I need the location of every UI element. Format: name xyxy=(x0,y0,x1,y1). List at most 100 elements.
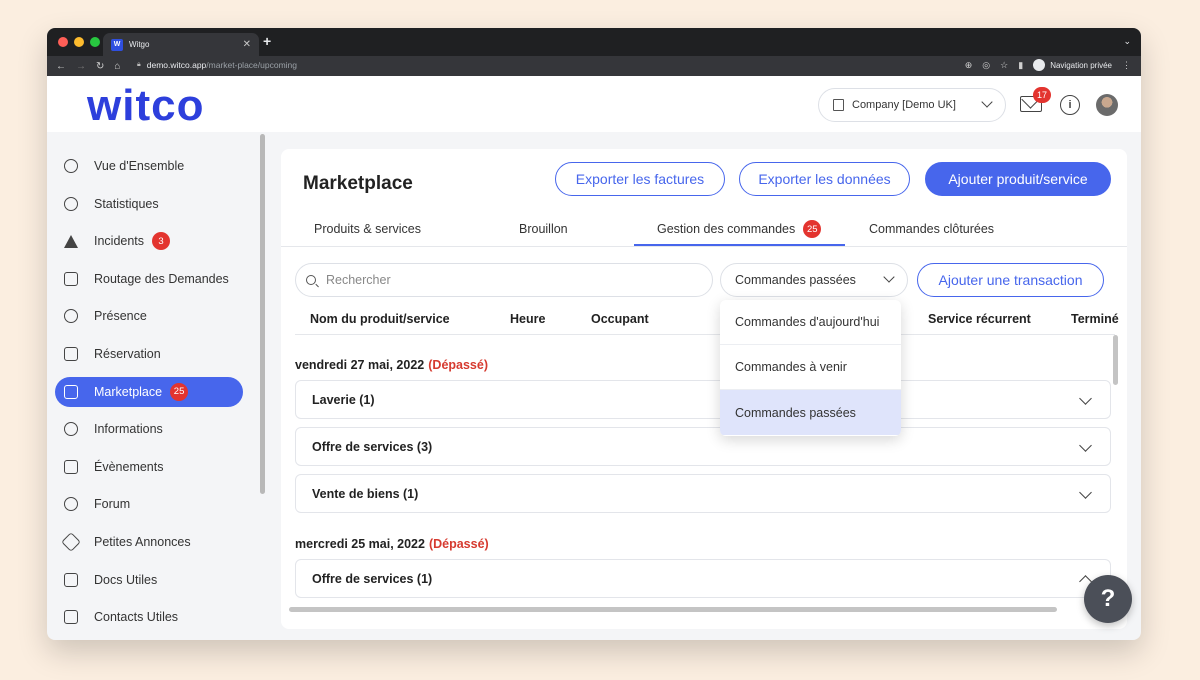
chevron-down-icon[interactable] xyxy=(1079,439,1092,452)
sidebar-scrollbar[interactable] xyxy=(260,134,265,494)
private-mode-indicator[interactable]: Navigation privée xyxy=(1033,59,1112,71)
late-status: (Dépassé) xyxy=(428,358,488,372)
tab-label: Gestion des commandes xyxy=(657,222,796,236)
add-transaction-button[interactable]: Ajouter une transaction xyxy=(917,263,1104,297)
column-header-time[interactable]: Heure xyxy=(510,312,545,326)
browser-menu-icon[interactable]: ⋮ xyxy=(1122,60,1131,71)
company-name: Company [Demo UK] xyxy=(852,99,956,111)
sidebar-item-incidents[interactable]: Incidents 3 xyxy=(55,226,243,256)
column-header-done[interactable]: Terminé xyxy=(1071,312,1119,326)
witco-logo[interactable]: witco xyxy=(87,84,204,128)
sidebar-item-presence[interactable]: Présence xyxy=(55,301,243,331)
forward-icon[interactable]: → xyxy=(76,61,86,72)
table-row[interactable]: Offre de services (1) xyxy=(295,559,1111,598)
mail-badge: 17 xyxy=(1033,87,1051,103)
browser-window: W Witgo ✕ + ⌄ ← → ↻ ⌂ 🔒︎ demo.witco.app /… xyxy=(47,28,1141,640)
incognito-icon xyxy=(1033,59,1046,71)
marketplace-badge: 25 xyxy=(170,382,189,401)
tab-brouillon[interactable]: Brouillon xyxy=(519,219,568,239)
header-divider xyxy=(295,334,1115,335)
main-horizontal-scrollbar[interactable] xyxy=(289,607,1057,612)
bookmark-star-icon[interactable]: ☆ xyxy=(1000,60,1008,71)
tab-produits-services[interactable]: Produits & services xyxy=(314,219,421,239)
commandes-badge: 25 xyxy=(803,220,822,238)
table-row[interactable]: Vente de biens (1) xyxy=(295,474,1111,513)
tab-close-icon[interactable]: ✕ xyxy=(243,39,251,50)
back-icon[interactable]: ← xyxy=(56,61,66,72)
sidebar-item-reservation[interactable]: Réservation xyxy=(55,339,243,369)
sidebar-item-forum[interactable]: Forum xyxy=(55,489,243,519)
dropdown-option-past[interactable]: Commandes passées xyxy=(720,390,901,435)
zoom-icon[interactable]: ⊕ xyxy=(965,60,973,71)
private-label: Navigation privée xyxy=(1050,60,1112,70)
address-bar: ← → ↻ ⌂ 🔒︎ demo.witco.app/market-place/u… xyxy=(47,56,1141,76)
sidebar-item-evenements[interactable]: Évènements xyxy=(55,452,243,482)
sidebar-item-docs-utiles[interactable]: Docs Utiles xyxy=(55,565,243,595)
search-box[interactable] xyxy=(295,263,713,297)
check-circle-icon xyxy=(64,309,78,324)
chevron-down-icon[interactable] xyxy=(1079,392,1092,405)
sidebar-item-marketplace[interactable]: Marketplace 25 xyxy=(55,376,243,407)
building-icon xyxy=(833,99,844,111)
reload-icon[interactable]: ↻ xyxy=(96,61,104,72)
browser-tab-title: Witgo xyxy=(129,40,150,49)
close-window-button[interactable] xyxy=(58,37,68,47)
chevron-down-icon xyxy=(883,270,895,288)
tabs: Produits & services Brouillon Gestion de… xyxy=(281,211,1127,247)
minimize-window-button[interactable] xyxy=(74,37,84,47)
eye-icon xyxy=(64,159,78,173)
sidebar-item-informations[interactable]: Informations xyxy=(55,414,243,444)
help-button[interactable]: ? xyxy=(1084,575,1132,623)
sidebar-item-contacts-utiles[interactable]: Contacts Utiles xyxy=(55,602,243,632)
sidebar: Vue d'Ensemble Statistiques Incidents 3 … xyxy=(47,132,267,640)
dropdown-option-upcoming[interactable]: Commandes à venir xyxy=(720,345,901,390)
phone-icon xyxy=(64,610,78,625)
row-label: Offre de services (3) xyxy=(312,439,433,454)
column-header-product[interactable]: Nom du produit/service xyxy=(310,312,450,326)
url-host: demo.witco.app xyxy=(146,60,207,70)
window-controls xyxy=(58,37,100,47)
tracking-protection-icon[interactable]: ◎ xyxy=(982,60,990,71)
page-title: Marketplace xyxy=(303,173,413,194)
maximize-window-button[interactable] xyxy=(90,37,100,47)
dropdown-option-today[interactable]: Commandes d'aujourd'hui xyxy=(720,300,901,345)
chevron-down-icon[interactable] xyxy=(1079,486,1092,499)
sidebar-item-label: Informations xyxy=(94,422,163,437)
column-header-recurring[interactable]: Service récurrent xyxy=(928,312,1031,326)
main-panel: Marketplace Exporter les factures Export… xyxy=(281,149,1127,629)
add-product-button[interactable]: Ajouter produit/service xyxy=(925,162,1111,196)
filter-value: Commandes passées xyxy=(735,273,856,287)
tab-search-icon[interactable]: ⌄ xyxy=(1123,36,1131,47)
export-invoices-button[interactable]: Exporter les factures xyxy=(555,162,725,196)
routing-icon xyxy=(64,271,78,286)
pie-chart-icon xyxy=(64,196,78,211)
sidebar-item-label: Statistiques xyxy=(94,196,159,211)
url-field[interactable]: 🔒︎ demo.witco.app/market-place/upcoming xyxy=(137,60,297,70)
sidebar-item-statistiques[interactable]: Statistiques xyxy=(55,189,243,219)
table-row[interactable]: Offre de services (3) xyxy=(295,427,1111,466)
info-icon[interactable]: i xyxy=(1060,95,1080,115)
search-input[interactable] xyxy=(326,273,686,287)
company-selector[interactable]: Company [Demo UK] xyxy=(818,88,1006,122)
sidebar-item-label: Marketplace xyxy=(94,384,163,399)
search-icon xyxy=(306,275,316,285)
export-data-button[interactable]: Exporter les données xyxy=(739,162,910,196)
table-row[interactable]: Laverie (1) xyxy=(295,380,1111,419)
tab-gestion-commandes[interactable]: Gestion des commandes 25 xyxy=(657,219,822,239)
order-filter-select[interactable]: Commandes passées xyxy=(720,263,908,297)
main-vertical-scrollbar[interactable] xyxy=(1113,335,1118,385)
home-icon[interactable]: ⌂ xyxy=(114,61,120,72)
favicon-icon: W xyxy=(111,38,123,51)
sidebar-item-petites-annonces[interactable]: Petites Annonces xyxy=(55,527,243,557)
sidebar-item-vue-ensemble[interactable]: Vue d'Ensemble xyxy=(55,151,243,181)
tab-commandes-cloturees[interactable]: Commandes clôturées xyxy=(869,219,994,239)
sidebar-item-routage[interactable]: Routage des Demandes xyxy=(55,264,243,294)
avatar[interactable] xyxy=(1096,94,1118,116)
sidebar-item-label: Incidents xyxy=(94,234,145,249)
new-tab-icon[interactable]: + xyxy=(263,33,271,49)
browser-tab[interactable]: W Witgo ✕ xyxy=(103,33,259,56)
side-panel-icon[interactable]: ▮ xyxy=(1018,60,1023,71)
info-icon xyxy=(64,422,78,437)
column-header-occupant[interactable]: Occupant xyxy=(591,312,649,326)
late-status: (Dépassé) xyxy=(428,537,489,551)
